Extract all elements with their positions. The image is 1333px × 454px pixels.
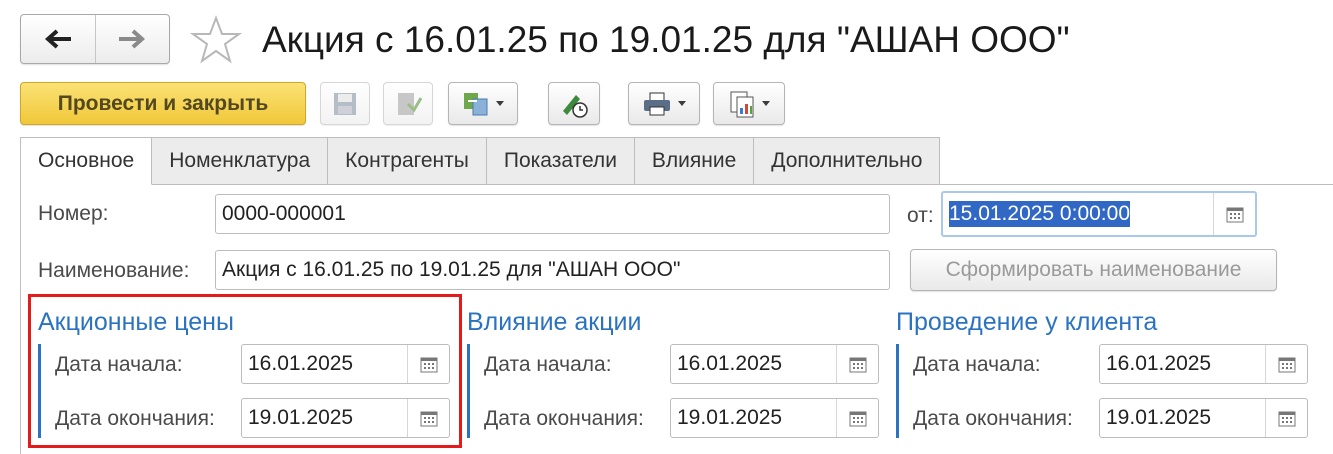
calendar-icon [1278,357,1295,373]
group-bar [467,344,470,438]
chevron-down-icon [762,101,770,106]
calendar-icon [1226,207,1243,223]
save-icon [334,92,356,115]
calendar-button[interactable] [1265,399,1307,437]
tab-contractors[interactable]: Контрагенты [328,137,487,185]
calendar-icon [849,357,866,373]
create-based-on-button[interactable] [448,82,518,125]
end-date-label: Дата окончания: [913,407,1073,430]
start-date-label: Дата начала: [913,353,1041,376]
from-datetime-field[interactable]: 15.01.2025 0:00:00 [941,191,1257,237]
group-title-client-execution: Проведение у клиента [896,308,1158,336]
influence-end-date-field[interactable]: 19.01.2025 [670,398,879,438]
forward-button[interactable] [94,15,170,63]
client-start-date-value: 16.01.2025 [1106,352,1212,375]
reports-button[interactable] [713,82,785,125]
arrow-left-icon [44,29,71,49]
post-and-close-button[interactable]: Провести и закрыть [20,82,306,125]
tab-bar: Основное Номенклатура Контрагенты Показа… [20,137,941,185]
influence-start-date-value: 16.01.2025 [677,352,783,375]
calendar-icon [1278,411,1295,427]
influence-end-date-value: 19.01.2025 [677,406,783,429]
group-title-promo-influence: Влияние акции [467,308,642,336]
start-date-label: Дата начала: [484,353,612,376]
tab-influence[interactable]: Влияние [634,137,755,185]
number-label: Номер: [38,202,109,225]
tab-nomenclature[interactable]: Номенклатура [152,137,329,185]
edit-history-button[interactable] [548,82,600,125]
post-button[interactable] [383,82,433,125]
highlight-box [28,294,462,448]
chevron-down-icon [496,101,504,106]
page-title: Акция с 16.01.25 по 19.01.25 для "АШАН О… [262,19,1070,60]
tab-additional[interactable]: Дополнительно [754,137,941,185]
create-based-on-icon [464,92,488,115]
tab-divider [164,184,1333,185]
save-button[interactable] [320,82,370,125]
generate-name-button[interactable]: Сформировать наименование [910,249,1277,291]
calendar-button[interactable] [836,345,878,383]
calendar-button[interactable] [1265,345,1307,383]
navigation-buttons [20,14,170,64]
arrow-right-icon [119,29,146,49]
edit-history-icon [563,94,588,118]
from-datetime-value: 15.01.2025 0:00:00 [949,201,1131,227]
reports-icon [730,91,754,117]
tab-main[interactable]: Основное [20,137,153,185]
star-outline-icon[interactable] [190,14,242,66]
calendar-button[interactable] [1213,193,1255,235]
name-field[interactable] [215,250,890,290]
chevron-down-icon [678,101,686,106]
print-icon [644,92,670,115]
calendar-button[interactable] [836,399,878,437]
number-field[interactable] [215,194,890,234]
panel-border [20,184,21,454]
post-document-icon [398,92,422,115]
client-start-date-field[interactable]: 16.01.2025 [1099,344,1308,384]
group-bar [896,344,899,438]
client-end-date-field[interactable]: 19.01.2025 [1099,398,1308,438]
name-label: Наименование: [38,259,190,282]
client-end-date-value: 19.01.2025 [1106,406,1212,429]
calendar-icon [849,411,866,427]
from-date-label: от: [907,204,934,227]
end-date-label: Дата окончания: [484,407,644,430]
back-button[interactable] [21,15,95,63]
tab-indicators[interactable]: Показатели [486,137,635,185]
from-datetime-value-wrap: 15.01.2025 0:00:00 [943,193,1213,235]
print-button[interactable] [628,82,700,125]
influence-start-date-field[interactable]: 16.01.2025 [670,344,879,384]
